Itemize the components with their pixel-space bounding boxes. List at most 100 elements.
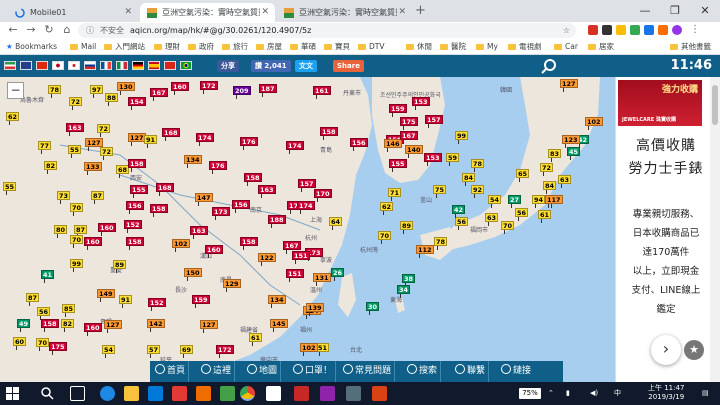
- aqi-marker[interactable]: 176: [209, 161, 227, 174]
- restore-button[interactable]: ❐: [660, 0, 690, 22]
- bookmark-folder[interactable]: 政府: [188, 39, 214, 55]
- store-icon[interactable]: [148, 386, 163, 401]
- aqi-marker[interactable]: 159: [192, 295, 210, 308]
- bookmark-folder[interactable]: 房屋: [256, 39, 282, 55]
- aqi-marker[interactable]: 153: [412, 97, 430, 110]
- aqi-marker[interactable]: 102: [172, 239, 190, 252]
- aqi-marker[interactable]: 151: [286, 269, 304, 282]
- flag-spain-icon[interactable]: [148, 61, 160, 70]
- aqi-marker[interactable]: 117: [545, 195, 563, 208]
- aqi-marker[interactable]: 168: [156, 183, 174, 196]
- aqi-marker[interactable]: 157: [425, 115, 443, 128]
- aqi-marker[interactable]: 97: [90, 85, 104, 98]
- aqi-marker[interactable]: 77: [38, 141, 52, 154]
- chrome-icon[interactable]: [240, 386, 255, 401]
- chevron-up-icon[interactable]: ⌃: [548, 382, 554, 405]
- aqi-marker[interactable]: 84: [462, 173, 476, 186]
- bookmark-folder[interactable]: 其他書籤: [670, 39, 711, 55]
- volume-icon[interactable]: ◀): [590, 382, 598, 405]
- aqi-marker[interactable]: 30: [366, 302, 380, 315]
- aqi-marker[interactable]: 175: [400, 117, 418, 130]
- aqi-marker[interactable]: 127: [128, 133, 146, 146]
- aqi-marker[interactable]: 154: [128, 97, 146, 110]
- facebook-like-button[interactable]: 讚 2,041: [251, 60, 291, 72]
- extension-icon[interactable]: [658, 25, 668, 35]
- search-icon[interactable]: [540, 58, 558, 74]
- aqi-marker[interactable]: 127: [200, 320, 218, 333]
- aqi-marker[interactable]: 152: [124, 220, 142, 233]
- aqi-map[interactable]: 丹東市조선민주주의인민공화국韓國釜山福岡市台北漢口南京上海杭州寧波溫州西安成都重…: [0, 55, 615, 382]
- flag-korea-icon[interactable]: [68, 61, 80, 70]
- aqi-marker[interactable]: 63: [558, 175, 572, 188]
- extension-icon[interactable]: [588, 25, 598, 35]
- aqi-marker[interactable]: 64: [329, 217, 343, 230]
- twitter-button[interactable]: 文文: [295, 60, 317, 72]
- aqi-marker[interactable]: 174: [286, 141, 304, 154]
- aqi-marker[interactable]: 149: [97, 289, 115, 302]
- edge-icon[interactable]: [100, 386, 115, 401]
- aqi-marker[interactable]: 63: [485, 213, 499, 226]
- aqi-marker[interactable]: 42: [452, 205, 466, 218]
- aqi-marker[interactable]: 133: [84, 162, 102, 175]
- ad-banner[interactable]: 強力收購 JEWELCARE 珠寶收購: [618, 80, 702, 126]
- aqi-marker[interactable]: 139: [306, 303, 324, 316]
- aqi-marker[interactable]: 167: [400, 131, 418, 144]
- aqi-marker[interactable]: 78: [434, 237, 448, 250]
- address-bar[interactable]: ⓘ 不安全 aqicn.org/map/hk/#@g/30.0261/120.490…: [78, 23, 576, 38]
- aqi-marker[interactable]: 91: [144, 135, 158, 148]
- close-icon[interactable]: ✕: [261, 3, 269, 22]
- flag-brazil-icon[interactable]: [180, 61, 192, 70]
- aqi-marker[interactable]: 49: [17, 319, 31, 332]
- aqi-marker[interactable]: 89: [113, 260, 127, 273]
- bookmark-folder[interactable]: DTV: [358, 39, 385, 55]
- aqi-marker[interactable]: 156: [232, 200, 250, 213]
- scrollbar[interactable]: [710, 77, 720, 382]
- aqi-marker[interactable]: 92: [471, 185, 485, 198]
- aqi-marker[interactable]: 187: [259, 84, 277, 97]
- aqi-marker[interactable]: 62: [6, 112, 20, 125]
- aqi-marker[interactable]: 174: [297, 201, 315, 214]
- aqi-marker[interactable]: 85: [62, 304, 76, 317]
- aqi-marker[interactable]: 142: [147, 319, 165, 332]
- bookmarks-button[interactable]: ★ Bookmarks: [6, 39, 57, 55]
- aqi-marker[interactable]: 89: [400, 221, 414, 234]
- close-icon[interactable]: ✕: [124, 3, 132, 22]
- aqi-marker[interactable]: 160: [84, 237, 102, 250]
- nav-home[interactable]: 首頁: [152, 361, 190, 382]
- aqi-marker[interactable]: 82: [61, 319, 75, 332]
- aqi-marker[interactable]: 56: [37, 307, 51, 320]
- aqi-marker[interactable]: 160: [84, 323, 102, 336]
- aqi-marker[interactable]: 158: [320, 127, 338, 140]
- back-button[interactable]: ←: [6, 23, 20, 37]
- aqi-marker[interactable]: 34: [397, 285, 411, 298]
- menu-icon[interactable]: ⋮: [690, 25, 700, 35]
- aqi-marker[interactable]: 65: [516, 169, 530, 182]
- flag-italy-icon[interactable]: [116, 61, 128, 70]
- aqi-marker[interactable]: 175: [49, 342, 67, 355]
- ad-next-button[interactable]: ›: [651, 335, 681, 365]
- aqi-marker[interactable]: 72: [100, 147, 114, 160]
- aqi-marker[interactable]: 156: [350, 138, 368, 151]
- aqi-marker[interactable]: 87: [26, 293, 40, 306]
- aqi-marker[interactable]: 130: [117, 82, 135, 95]
- task-view-icon[interactable]: [70, 386, 85, 401]
- aqi-marker[interactable]: 147: [195, 193, 213, 206]
- file-explorer-icon[interactable]: [124, 386, 139, 401]
- aqi-marker[interactable]: 158: [41, 319, 59, 332]
- close-icon[interactable]: ✕: [398, 3, 406, 22]
- aqi-marker[interactable]: 152: [148, 298, 166, 311]
- aqi-marker[interactable]: 155: [389, 159, 407, 172]
- nav-links[interactable]: 鏈接: [498, 361, 534, 382]
- home-icon[interactable]: ⌂: [60, 23, 74, 37]
- aqi-marker[interactable]: 158: [126, 237, 144, 250]
- aqi-marker[interactable]: 134: [268, 295, 286, 308]
- nav-here[interactable]: 這裡: [198, 361, 236, 382]
- nav-search[interactable]: 搜索: [404, 361, 442, 382]
- facebook-share-button[interactable]: 分享: [217, 60, 239, 72]
- aqi-marker[interactable]: 41: [41, 270, 55, 283]
- aqi-marker[interactable]: 55: [3, 182, 17, 195]
- aqi-marker[interactable]: 157: [298, 179, 316, 192]
- network-icon[interactable]: ▮: [566, 382, 570, 405]
- aqi-marker[interactable]: 88: [105, 93, 119, 106]
- aqi-marker[interactable]: 27: [508, 195, 522, 208]
